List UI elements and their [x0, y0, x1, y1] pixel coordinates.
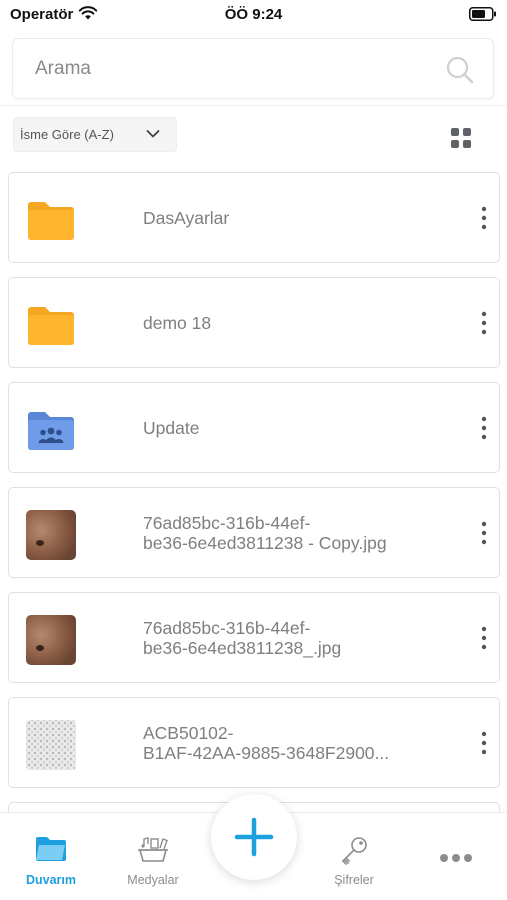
folder-icon: [36, 837, 66, 861]
sort-dropdown[interactable]: İsme Göre (A-Z): [13, 117, 177, 152]
status-bar: Operatör ÖÖ 9:24: [0, 0, 507, 30]
tab-label: Şifreler: [334, 873, 374, 887]
more-vertical-icon[interactable]: [477, 729, 491, 757]
list-item[interactable]: demo 18: [8, 277, 500, 368]
more-vertical-icon[interactable]: [477, 414, 491, 442]
battery-icon: [469, 7, 496, 21]
grid-view-icon[interactable]: [451, 128, 471, 148]
list-item[interactable]: 76ad85bc-316b-44ef- be36-6e4ed3811238_.j…: [8, 592, 500, 683]
key-icon: [341, 837, 367, 865]
file-name: 76ad85bc-316b-44ef- be36-6e4ed3811238_.j…: [143, 617, 342, 658]
more-vertical-icon[interactable]: [477, 204, 491, 232]
tab-duvarim[interactable]: Duvarım: [6, 813, 96, 900]
file-name: DasAyarlar: [143, 207, 230, 228]
sort-label: İsme Göre (A-Z): [20, 127, 114, 142]
image-thumbnail: [26, 510, 76, 560]
chevron-down-icon: [146, 130, 160, 138]
tab-more[interactable]: [411, 813, 501, 900]
image-thumbnail: [26, 720, 76, 770]
status-time: ÖÖ 9:24: [224, 6, 283, 23]
tab-label: Medyalar: [127, 873, 179, 887]
list-item[interactable]: 76ad85bc-316b-44ef- be36-6e4ed3811238 - …: [8, 487, 500, 578]
search-icon[interactable]: [445, 55, 475, 85]
more-vertical-icon[interactable]: [477, 519, 491, 547]
tab-sifreler[interactable]: Şifreler: [309, 813, 399, 900]
folder-icon: [28, 307, 74, 345]
list-item[interactable]: Update: [8, 382, 500, 473]
file-name: 76ad85bc-316b-44ef- be36-6e4ed3811238 - …: [143, 512, 387, 553]
divider: [0, 105, 507, 106]
folder-icon: [28, 202, 74, 240]
more-horizontal-icon: [440, 854, 472, 862]
file-name: ACB50102- B1AF-42AA-9885-3648F2900...: [143, 722, 390, 763]
search-box[interactable]: [12, 38, 494, 99]
more-vertical-icon[interactable]: [477, 624, 491, 652]
list-item[interactable]: ACB50102- B1AF-42AA-9885-3648F2900...: [8, 697, 500, 788]
list-item[interactable]: DasAyarlar: [8, 172, 500, 263]
more-vertical-icon[interactable]: [477, 309, 491, 337]
file-name: Update: [143, 417, 200, 438]
shared-folder-icon: [28, 412, 74, 450]
add-button[interactable]: [211, 794, 297, 880]
image-thumbnail: [26, 615, 76, 665]
tab-medyalar[interactable]: Medyalar: [108, 813, 198, 900]
tab-label: Duvarım: [25, 873, 77, 887]
search-input[interactable]: [35, 53, 435, 85]
file-name: demo 18: [143, 312, 212, 333]
plus-icon: [234, 817, 274, 857]
media-icon: [138, 837, 168, 862]
